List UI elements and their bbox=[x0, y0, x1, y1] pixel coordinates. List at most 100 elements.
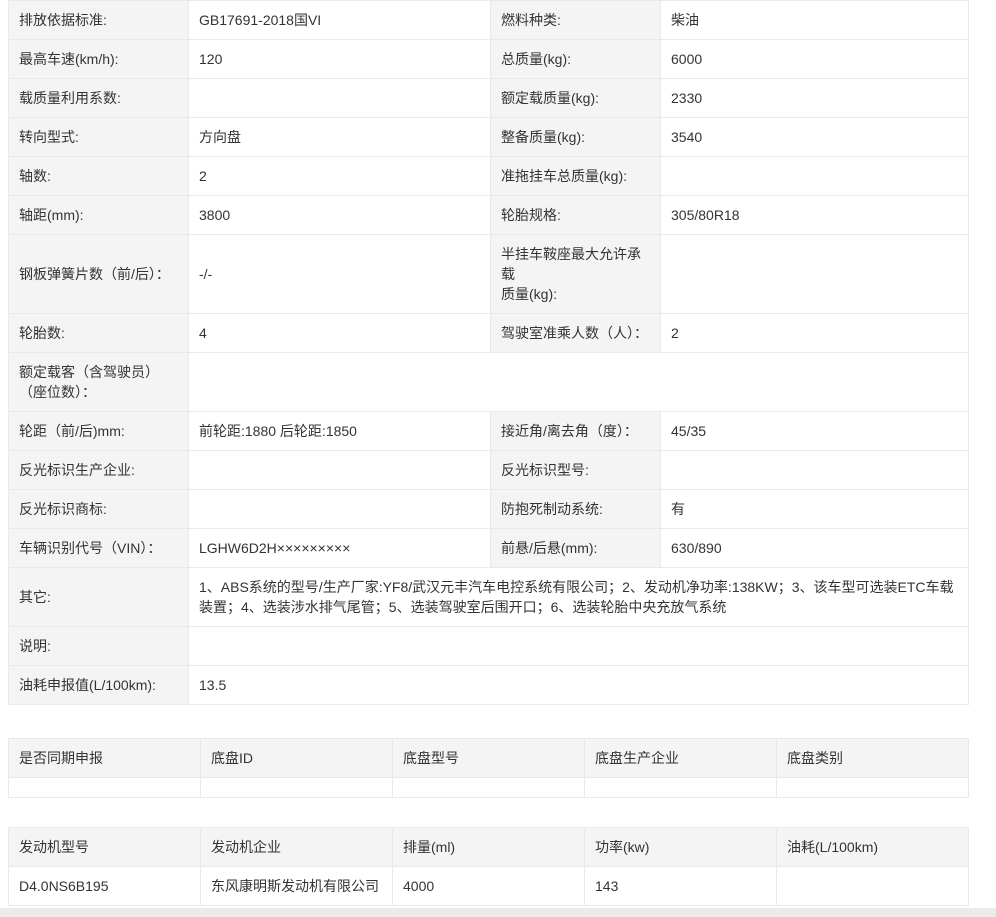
spec-label: 驾驶室准乘人数（人）： bbox=[491, 314, 661, 353]
spec-value: 方向盘 bbox=[189, 118, 491, 157]
spec-label: 车辆识别代号（VIN）： bbox=[9, 529, 189, 568]
chassis-table-container: 是否同期申报 底盘ID 底盘型号 底盘生产企业 底盘类别 bbox=[8, 738, 968, 798]
chassis-header: 底盘类别 bbox=[777, 739, 969, 778]
spec-label: 整备质量(kg): bbox=[491, 118, 661, 157]
engine-table: 发动机型号 发动机企业 排量(ml) 功率(kw) 油耗(L/100km) D4… bbox=[8, 827, 969, 906]
chassis-header: 是否同期申报 bbox=[9, 739, 201, 778]
vehicle-spec-page: 排放依据标准: GB17691-2018国VI 燃料种类: 柴油 最高车速(km… bbox=[0, 0, 996, 917]
vehicle-spec-table: 排放依据标准: GB17691-2018国VI 燃料种类: 柴油 最高车速(km… bbox=[8, 0, 969, 705]
chassis-cell bbox=[393, 778, 585, 798]
spec-value: GB17691-2018国VI bbox=[189, 1, 491, 40]
spec-label: 前悬/后悬(mm): bbox=[491, 529, 661, 568]
engine-header: 功率(kw) bbox=[585, 828, 777, 867]
spec-label: 排放依据标准: bbox=[9, 1, 189, 40]
engine-header: 油耗(L/100km) bbox=[777, 828, 969, 867]
spec-value: 305/80R18 bbox=[661, 196, 969, 235]
spec-label: 反光标识型号: bbox=[491, 451, 661, 490]
spec-value: -/- bbox=[189, 235, 491, 314]
spec-label: 反光标识生产企业: bbox=[9, 451, 189, 490]
engine-power-cell: 143 bbox=[585, 867, 777, 906]
spec-label: 轮距（前/后)mm: bbox=[9, 412, 189, 451]
spec-label: 轴距(mm): bbox=[9, 196, 189, 235]
spec-label: 最高车速(km/h): bbox=[9, 40, 189, 79]
engine-fuel-cell bbox=[777, 867, 969, 906]
spec-row: 油耗申报值(L/100km): 13.5 bbox=[9, 666, 969, 705]
spec-row: 反光标识生产企业: 反光标识型号: bbox=[9, 451, 969, 490]
spec-row: 转向型式: 方向盘 整备质量(kg): 3540 bbox=[9, 118, 969, 157]
spec-value: 有 bbox=[661, 490, 969, 529]
engine-table-container: 发动机型号 发动机企业 排量(ml) 功率(kw) 油耗(L/100km) D4… bbox=[8, 827, 968, 906]
spec-value: 柴油 bbox=[661, 1, 969, 40]
spec-value bbox=[661, 157, 969, 196]
spec-row: 载质量利用系数: 额定载质量(kg): 2330 bbox=[9, 79, 969, 118]
spec-value-other: 1、ABS系统的型号/生产厂家:YF8/武汉元丰汽车电控系统有限公司；2、发动机… bbox=[189, 568, 969, 627]
spec-value bbox=[189, 451, 491, 490]
chassis-data-row bbox=[9, 778, 969, 798]
spec-label: 反光标识商标: bbox=[9, 490, 189, 529]
spec-label: 轮胎规格: bbox=[491, 196, 661, 235]
page-bottom-bar bbox=[0, 908, 996, 917]
spec-label: 载质量利用系数: bbox=[9, 79, 189, 118]
spec-value bbox=[189, 490, 491, 529]
engine-header-row: 发动机型号 发动机企业 排量(ml) 功率(kw) 油耗(L/100km) bbox=[9, 828, 969, 867]
spec-label: 额定载质量(kg): bbox=[491, 79, 661, 118]
engine-displacement-cell: 4000 bbox=[393, 867, 585, 906]
spec-row: 钢板弹簧片数（前/后）： -/- 半挂车鞍座最大允许承载 质量(kg): bbox=[9, 235, 969, 314]
spec-row: 反光标识商标: 防抱死制动系统: 有 bbox=[9, 490, 969, 529]
spec-value: 13.5 bbox=[189, 666, 969, 705]
spec-value bbox=[189, 353, 969, 412]
spec-label: 油耗申报值(L/100km): bbox=[9, 666, 189, 705]
chassis-table: 是否同期申报 底盘ID 底盘型号 底盘生产企业 底盘类别 bbox=[8, 738, 969, 798]
spec-label: 转向型式: bbox=[9, 118, 189, 157]
spec-label: 额定载客（含驾驶员） （座位数）： bbox=[9, 353, 189, 412]
spec-value: 630/890 bbox=[661, 529, 969, 568]
spec-value: 2 bbox=[189, 157, 491, 196]
engine-maker-cell: 东风康明斯发动机有限公司 bbox=[201, 867, 393, 906]
chassis-cell bbox=[585, 778, 777, 798]
spec-row: 车辆识别代号（VIN）： LGHW6D2H××××××××× 前悬/后悬(mm)… bbox=[9, 529, 969, 568]
chassis-cell bbox=[777, 778, 969, 798]
spec-value: 2 bbox=[661, 314, 969, 353]
chassis-header: 底盘型号 bbox=[393, 739, 585, 778]
spec-row: 轴距(mm): 3800 轮胎规格: 305/80R18 bbox=[9, 196, 969, 235]
chassis-cell bbox=[201, 778, 393, 798]
spec-label: 防抱死制动系统: bbox=[491, 490, 661, 529]
spec-value: LGHW6D2H××××××××× bbox=[189, 529, 491, 568]
engine-data-row: D4.0NS6B195 东风康明斯发动机有限公司 4000 143 bbox=[9, 867, 969, 906]
spec-label: 说明: bbox=[9, 627, 189, 666]
spec-row: 最高车速(km/h): 120 总质量(kg): 6000 bbox=[9, 40, 969, 79]
spec-label: 接近角/离去角（度）： bbox=[491, 412, 661, 451]
spec-row: 轮胎数: 4 驾驶室准乘人数（人）： 2 bbox=[9, 314, 969, 353]
spec-value bbox=[189, 627, 969, 666]
engine-model-cell: D4.0NS6B195 bbox=[9, 867, 201, 906]
spec-table-container: 排放依据标准: GB17691-2018国VI 燃料种类: 柴油 最高车速(km… bbox=[8, 0, 968, 705]
spec-value bbox=[661, 235, 969, 314]
spec-value: 120 bbox=[189, 40, 491, 79]
engine-header: 排量(ml) bbox=[393, 828, 585, 867]
engine-header: 发动机型号 bbox=[9, 828, 201, 867]
spec-row: 排放依据标准: GB17691-2018国VI 燃料种类: 柴油 bbox=[9, 1, 969, 40]
spec-value: 3800 bbox=[189, 196, 491, 235]
spec-value: 前轮距:1880 后轮距:1850 bbox=[189, 412, 491, 451]
spec-label: 钢板弹簧片数（前/后）： bbox=[9, 235, 189, 314]
spec-row: 额定载客（含驾驶员） （座位数）： bbox=[9, 353, 969, 412]
spec-value: 2330 bbox=[661, 79, 969, 118]
spec-value bbox=[661, 451, 969, 490]
engine-header: 发动机企业 bbox=[201, 828, 393, 867]
spec-label: 轮胎数: bbox=[9, 314, 189, 353]
spec-label: 轴数: bbox=[9, 157, 189, 196]
spec-row: 轴数: 2 准拖挂车总质量(kg): bbox=[9, 157, 969, 196]
chassis-header: 底盘ID bbox=[201, 739, 393, 778]
chassis-header: 底盘生产企业 bbox=[585, 739, 777, 778]
spec-label: 其它: bbox=[9, 568, 189, 627]
spec-row: 说明: bbox=[9, 627, 969, 666]
chassis-cell bbox=[9, 778, 201, 798]
spec-value bbox=[189, 79, 491, 118]
spec-value: 4 bbox=[189, 314, 491, 353]
spec-label: 半挂车鞍座最大允许承载 质量(kg): bbox=[491, 235, 661, 314]
spec-row: 其它: 1、ABS系统的型号/生产厂家:YF8/武汉元丰汽车电控系统有限公司；2… bbox=[9, 568, 969, 627]
chassis-header-row: 是否同期申报 底盘ID 底盘型号 底盘生产企业 底盘类别 bbox=[9, 739, 969, 778]
spec-label: 总质量(kg): bbox=[491, 40, 661, 79]
spec-label: 准拖挂车总质量(kg): bbox=[491, 157, 661, 196]
spec-value: 3540 bbox=[661, 118, 969, 157]
